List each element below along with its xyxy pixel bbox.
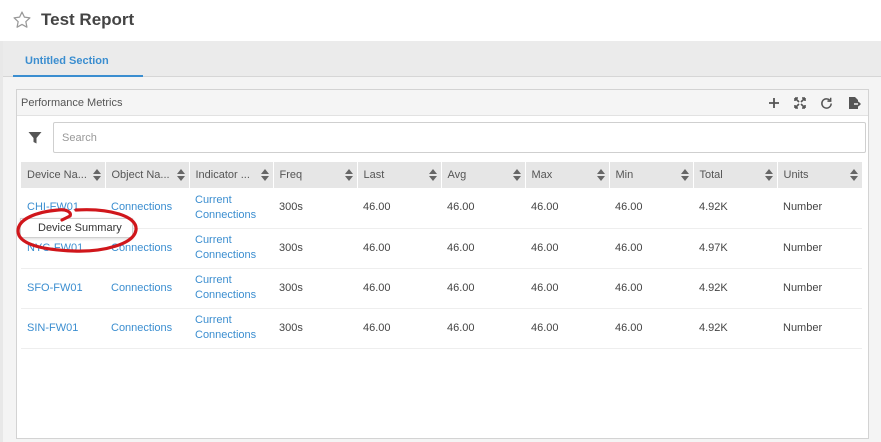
table-row: CHI-FW01 Connections Current Connections…: [21, 188, 862, 229]
table-row: SFO-FW01 Connections Current Connections…: [21, 268, 862, 309]
last-cell: 46.00: [357, 228, 441, 269]
column-header-last[interactable]: Last: [357, 162, 442, 188]
freq-cell: 300s: [273, 268, 357, 309]
panel-header: Performance Metrics: [17, 90, 868, 116]
min-cell: 46.00: [609, 268, 693, 309]
filter-row: [23, 122, 866, 154]
last-cell: 46.00: [357, 308, 441, 349]
column-header-max[interactable]: Max: [525, 162, 610, 188]
sort-icon[interactable]: [764, 169, 773, 181]
indicator-link[interactable]: Current Connections: [189, 228, 273, 269]
performance-metrics-panel: Performance Metrics Device Na... Object …: [16, 89, 869, 439]
expand-icon[interactable]: [792, 95, 808, 111]
export-icon[interactable]: [846, 95, 862, 111]
freq-cell: 300s: [273, 308, 357, 349]
filter-icon[interactable]: [27, 130, 43, 146]
column-header-freq[interactable]: Freq: [273, 162, 358, 188]
min-cell: 46.00: [609, 228, 693, 269]
column-header-avg[interactable]: Avg: [441, 162, 526, 188]
freq-cell: 300s: [273, 188, 357, 229]
sort-icon[interactable]: [596, 169, 605, 181]
tab-untitled-section[interactable]: Untitled Section: [13, 55, 143, 77]
table-row: SIN-FW01 Connections Current Connections…: [21, 308, 862, 349]
column-header-device-name[interactable]: Device Na...: [21, 162, 106, 188]
column-header-total[interactable]: Total: [693, 162, 778, 188]
max-cell: 46.00: [525, 228, 609, 269]
device-name-link[interactable]: SFO-FW01: [21, 268, 105, 309]
units-cell: Number: [777, 228, 862, 269]
sort-icon[interactable]: [680, 169, 689, 181]
object-name-link[interactable]: Connections: [105, 308, 189, 349]
freq-cell: 300s: [273, 228, 357, 269]
panel-title: Performance Metrics: [21, 97, 123, 109]
star-icon[interactable]: [12, 10, 32, 30]
indicator-link[interactable]: Current Connections: [189, 268, 273, 309]
max-cell: 46.00: [525, 268, 609, 309]
report-title: Test Report: [41, 10, 135, 29]
indicator-link[interactable]: Current Connections: [189, 308, 273, 349]
avg-cell: 46.00: [441, 268, 525, 309]
max-cell: 46.00: [525, 188, 609, 229]
indicator-link[interactable]: Current Connections: [189, 188, 273, 229]
device-name-link[interactable]: SIN-FW01: [21, 308, 105, 349]
total-cell: 4.97K: [693, 228, 777, 269]
units-cell: Number: [777, 268, 862, 309]
total-cell: 4.92K: [693, 188, 777, 229]
object-name-link[interactable]: Connections: [105, 268, 189, 309]
units-cell: Number: [777, 308, 862, 349]
sort-icon[interactable]: [512, 169, 521, 181]
search-input[interactable]: [53, 122, 866, 153]
sort-icon[interactable]: [344, 169, 353, 181]
metrics-table: Device Na... Object Na... Indicator ... …: [21, 162, 863, 349]
total-cell: 4.92K: [693, 268, 777, 309]
red-circle-annotation: [16, 208, 138, 253]
column-header-object-name[interactable]: Object Na...: [105, 162, 190, 188]
units-cell: Number: [777, 188, 862, 229]
report-header: Test Report: [0, 0, 881, 41]
last-cell: 46.00: [357, 268, 441, 309]
column-header-min[interactable]: Min: [609, 162, 694, 188]
column-header-indicator[interactable]: Indicator ...: [189, 162, 274, 188]
avg-cell: 46.00: [441, 308, 525, 349]
sort-icon[interactable]: [849, 169, 858, 181]
min-cell: 46.00: [609, 188, 693, 229]
sort-icon[interactable]: [428, 169, 437, 181]
last-cell: 46.00: [357, 188, 441, 229]
sort-icon[interactable]: [260, 169, 269, 181]
refresh-icon[interactable]: [818, 95, 834, 111]
sort-icon[interactable]: [92, 169, 101, 181]
avg-cell: 46.00: [441, 228, 525, 269]
sort-icon[interactable]: [176, 169, 185, 181]
table-header-row: Device Na... Object Na... Indicator ... …: [21, 162, 863, 188]
max-cell: 46.00: [525, 308, 609, 349]
total-cell: 4.92K: [693, 308, 777, 349]
avg-cell: 46.00: [441, 188, 525, 229]
min-cell: 46.00: [609, 308, 693, 349]
add-icon[interactable]: [766, 95, 782, 111]
table-row: NYC-FW01 Connections Current Connections…: [21, 228, 862, 269]
column-header-units[interactable]: Units: [777, 162, 863, 188]
